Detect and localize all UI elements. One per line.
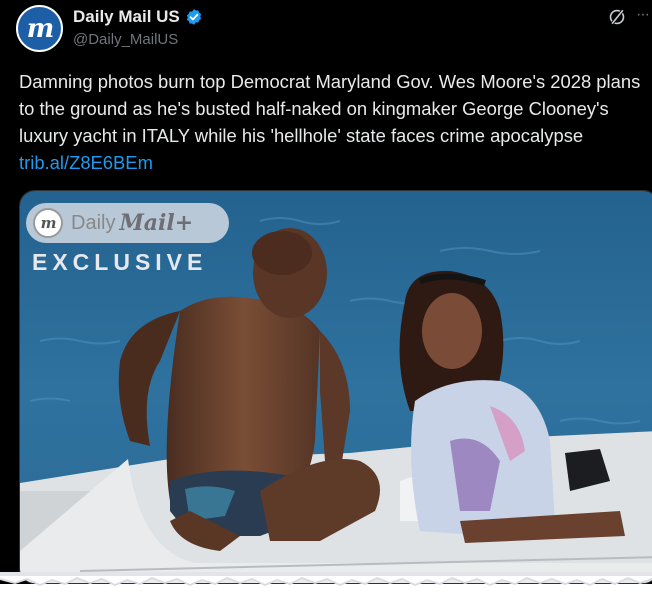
display-name[interactable]: Daily Mail US xyxy=(73,7,180,27)
more-icon[interactable]: ··· xyxy=(636,7,652,26)
torn-edge xyxy=(0,572,652,586)
badge-logo-letter: m xyxy=(40,214,57,232)
tweet-card[interactable]: m Daily Mail US @Daily_MailUS ··· Damnin… xyxy=(0,0,652,584)
tweet-body: Damning photos burn top Democrat Marylan… xyxy=(19,71,641,146)
exclusive-label: EXCLUSIVE xyxy=(32,249,208,275)
daily-mail-plus-badge: m Daily Mail+ xyxy=(26,203,229,243)
author-row: Daily Mail US xyxy=(73,7,203,27)
verified-badge-icon xyxy=(186,9,201,25)
avatar-letter: m xyxy=(26,13,54,44)
badge-logo: m xyxy=(33,208,63,238)
handle[interactable]: @Daily_MailUS xyxy=(73,31,178,48)
tweet-photo[interactable]: m Daily Mail+ EXCLUSIVE xyxy=(19,190,652,584)
grok-icon[interactable] xyxy=(608,8,626,26)
tweet-link[interactable]: trib.al/Z8E6BEm xyxy=(19,152,153,173)
avatar[interactable]: m xyxy=(16,5,63,52)
tweet-text: Damning photos burn top Democrat Marylan… xyxy=(19,68,647,176)
badge-daily-text: Daily xyxy=(71,211,116,234)
screenshot: m Daily Mail US @Daily_MailUS ··· Damnin… xyxy=(0,0,652,609)
badge-mail-plus-text: Mail+ xyxy=(119,210,194,236)
